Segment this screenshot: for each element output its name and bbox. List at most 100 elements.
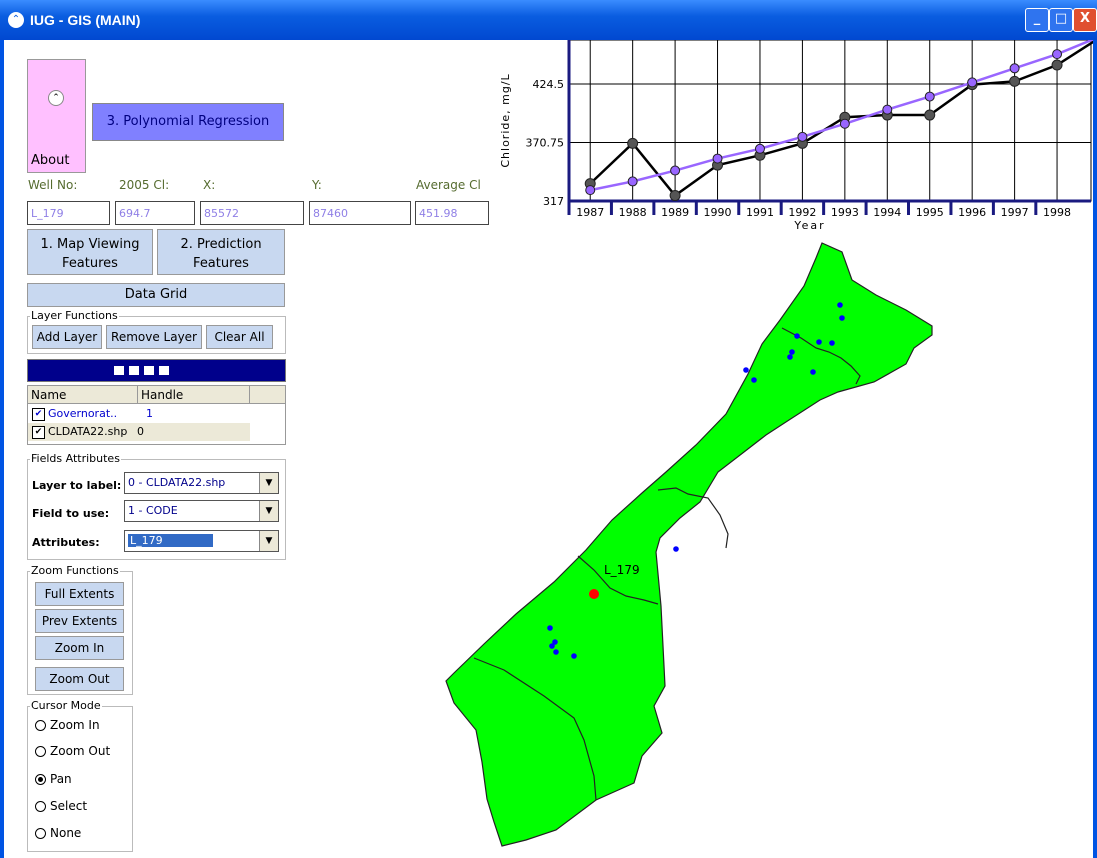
radio-circle-icon[interactable] [35, 801, 46, 812]
well-marker[interactable] [839, 315, 845, 321]
measured-series-point [1051, 59, 1063, 71]
radio-none[interactable]: None [35, 826, 81, 840]
chevron-up-icon: ⌃ [48, 90, 64, 106]
progress-block [129, 366, 139, 375]
progress-block [159, 366, 169, 375]
title-bar[interactable]: ⌃ IUG - GIS (MAIN) _ □ X [0, 0, 1097, 40]
well-marker[interactable] [673, 546, 679, 552]
well-marker[interactable] [787, 354, 793, 360]
radio-selected-icon[interactable] [35, 774, 46, 785]
x-tick-label: 1989 [661, 206, 689, 219]
about-label: About [31, 153, 70, 168]
average-cl-label: Average Cl [416, 178, 481, 192]
checkbox[interactable]: ✔ [32, 408, 45, 421]
well-marker[interactable] [571, 653, 577, 659]
zoom-functions-group: Zoom Functions Full Extents Prev Extents… [27, 564, 133, 695]
fitted-series-point [839, 118, 850, 129]
attributes-select[interactable]: L_179 ▼ [124, 530, 279, 552]
fitted-series-point [754, 143, 765, 154]
full-extents-button[interactable]: Full Extents [35, 582, 124, 606]
well-marker[interactable] [789, 349, 795, 355]
dropdown-arrow-icon[interactable]: ▼ [259, 501, 278, 521]
layer-handle: 0 [137, 425, 144, 438]
zoom-in-button[interactable]: Zoom In [35, 636, 124, 660]
well-marker[interactable] [829, 340, 835, 346]
well-marker[interactable] [553, 649, 559, 655]
radio-circle-icon[interactable] [35, 828, 46, 839]
radio-zoom-in[interactable]: Zoom In [35, 718, 100, 732]
average-cl-field[interactable]: 451.98 [415, 201, 489, 225]
cl-2005-field[interactable]: 694.7 [115, 201, 195, 225]
well-no-label: Well No: [28, 178, 78, 192]
grid-header-handle[interactable]: Handle [138, 386, 250, 404]
gis-map[interactable]: L_179 [444, 240, 964, 850]
fitted-series-point [712, 153, 723, 164]
fitted-series-point [882, 104, 893, 115]
x-tick-label: 1998 [1043, 206, 1071, 219]
progress-block [144, 366, 154, 375]
x-axis-label: Year [793, 219, 825, 232]
y-field[interactable]: 87460 [309, 201, 411, 225]
radio-circle-icon[interactable] [35, 720, 46, 731]
client-area: ⌃ About 3. Polynomial Regression Well No… [4, 40, 1093, 858]
well-marker[interactable] [837, 302, 843, 308]
radio-label: Zoom In [50, 718, 100, 732]
fitted-series-point [924, 91, 935, 102]
well-no-field[interactable]: L_179 [27, 201, 110, 225]
zoom-out-button[interactable]: Zoom Out [35, 667, 124, 691]
measured-series-point [1009, 75, 1021, 87]
polynomial-regression-button[interactable]: 3. Polynomial Regression [92, 103, 284, 141]
table-row[interactable]: ✔ Governorat.. 1 [28, 405, 250, 423]
radio-select[interactable]: Select [35, 799, 87, 813]
well-marker[interactable] [816, 339, 822, 345]
radio-label: Select [50, 799, 88, 813]
layer-name: CLDATA22.shp [48, 425, 128, 438]
radio-circle-icon[interactable] [35, 746, 46, 757]
prev-extents-button[interactable]: Prev Extents [35, 609, 124, 633]
close-button[interactable]: X [1073, 8, 1097, 32]
well-marker[interactable] [810, 369, 816, 375]
data-grid-button[interactable]: Data Grid [27, 283, 285, 307]
well-marker[interactable] [549, 643, 555, 649]
map-viewing-features-button[interactable]: 1. Map Viewing Features [27, 229, 153, 275]
x-tick-label: 1996 [958, 206, 986, 219]
layer-functions-title: Layer Functions [30, 309, 119, 322]
x-field[interactable]: 85572 [200, 201, 304, 225]
chloride-chart: 317 370.75 424.5 1987 1988 1989 1990 1991 1992 19… [499, 40, 1093, 232]
well-marker[interactable] [547, 625, 553, 631]
y-tick-label: 424.5 [533, 78, 565, 91]
well-label: L_179 [604, 563, 640, 577]
cursor-mode-title: Cursor Mode [30, 699, 102, 712]
layer-grid: Name Handle ✔ Governorat.. 1 ✔ CLDATA22.… [27, 385, 286, 445]
radio-zoom-out[interactable]: Zoom Out [35, 744, 110, 758]
cl-2005-label: 2005 Cl: [119, 178, 170, 192]
selected-well-marker[interactable] [589, 589, 599, 599]
minimize-button[interactable]: _ [1025, 8, 1049, 32]
radio-pan[interactable]: Pan [35, 772, 72, 786]
prediction-features-button[interactable]: 2. Prediction Features [157, 229, 285, 275]
radio-label: Pan [50, 772, 72, 786]
progress-bar [27, 359, 286, 382]
maximize-button[interactable]: □ [1049, 8, 1073, 32]
add-layer-button[interactable]: Add Layer [32, 325, 102, 349]
x-tick-label: 1990 [704, 206, 732, 219]
dropdown-arrow-icon[interactable]: ▼ [259, 473, 278, 493]
clear-all-button[interactable]: Clear All [206, 325, 273, 349]
layer-to-label-select[interactable]: 0 - CLDATA22.shp ▼ [124, 472, 279, 494]
x-label: X: [203, 178, 216, 192]
grid-header-name[interactable]: Name [28, 386, 138, 404]
well-marker[interactable] [751, 377, 757, 383]
remove-layer-button[interactable]: Remove Layer [106, 325, 202, 349]
fitted-series-point [627, 176, 638, 187]
about-button[interactable]: ⌃ About [27, 59, 86, 173]
x-tick-label: 1993 [831, 206, 859, 219]
well-marker[interactable] [743, 367, 749, 373]
well-marker[interactable] [794, 333, 800, 339]
attributes-label: Attributes: [32, 536, 100, 549]
table-row[interactable]: ✔ CLDATA22.shp 0 [28, 423, 250, 441]
field-to-use-select[interactable]: 1 - CODE ▼ [124, 500, 279, 522]
x-tick-label: 1994 [873, 206, 901, 219]
y-tick-label: 370.75 [526, 137, 565, 150]
checkbox[interactable]: ✔ [32, 426, 45, 439]
dropdown-arrow-icon[interactable]: ▼ [259, 531, 278, 551]
